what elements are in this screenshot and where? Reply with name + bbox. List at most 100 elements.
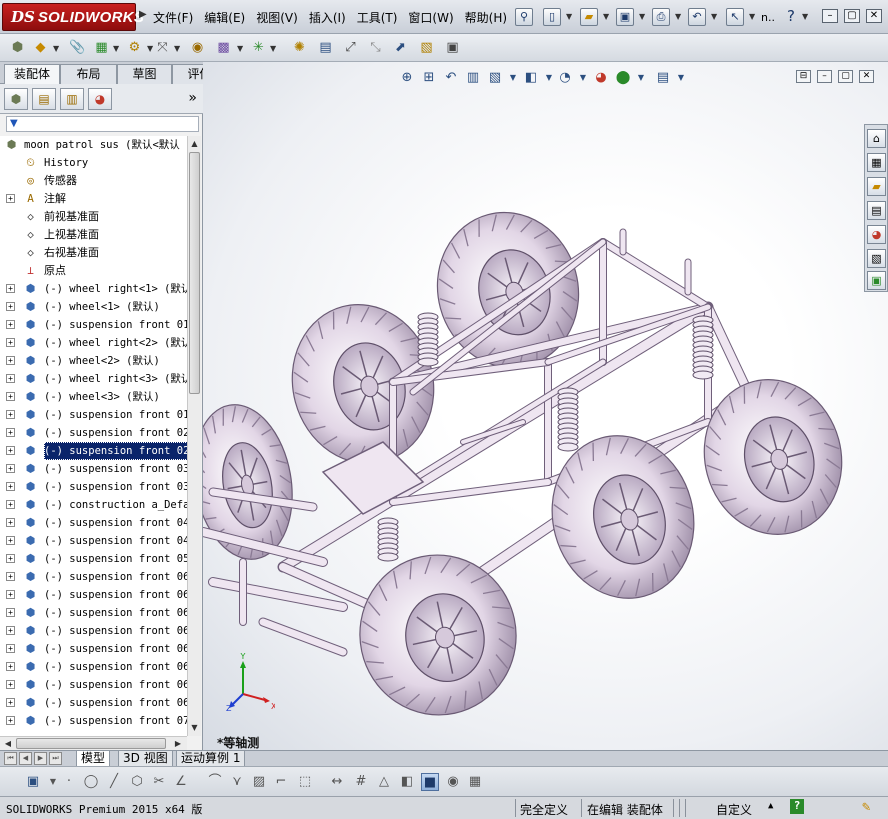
new-part-icon[interactable]: ◆ (31, 38, 50, 57)
tree-item[interactable]: + ⬢ (-) suspension front 06< (0, 658, 187, 676)
tree-item[interactable]: + ⬢ (-) wheel right<3> (默认 (0, 370, 187, 388)
expand-plus-icon[interactable]: + (6, 464, 15, 473)
appearances-icon[interactable]: ◕ (867, 225, 886, 244)
close-icon[interactable]: ✕ (866, 9, 882, 23)
apply-scene-icon[interactable]: ⬤ (614, 69, 632, 87)
tree-item[interactable]: + ⬢ (-) suspension front 02< (0, 442, 187, 460)
feature-manager-tab-icon[interactable]: ⬢ (4, 88, 28, 110)
reference-geometry-icon[interactable]: ✳ (249, 38, 268, 57)
tab-sketch[interactable]: 草图 (117, 64, 172, 84)
tree-item[interactable]: + ⬢ (-) suspension front 06< (0, 586, 187, 604)
scene-dropdown-icon[interactable]: ▼ (632, 69, 650, 87)
expand-plus-icon[interactable]: + (6, 356, 15, 365)
menu-insert[interactable]: 插入(I) (306, 9, 354, 26)
take-snapshot-icon[interactable]: ▣ (443, 38, 462, 57)
hatch-icon[interactable]: ▨ (250, 773, 268, 791)
expand-plus-icon[interactable]: + (6, 698, 15, 707)
expand-plus-icon[interactable]: + (6, 194, 15, 203)
undo-dropdown-icon[interactable]: ▼ (711, 12, 717, 21)
tree-item[interactable]: + ⬢ (-) suspension front 01b (0, 406, 187, 424)
property-manager-tab-icon[interactable]: ▤ (32, 88, 56, 110)
viewport-restore-icon[interactable]: ▢ (838, 70, 853, 83)
expand-plus-icon[interactable]: + (6, 662, 15, 671)
status-pencil-icon[interactable]: ✎ (862, 799, 870, 815)
view-palette-icon[interactable]: ▤ (867, 201, 886, 220)
relation-icon[interactable]: ⋎ (228, 773, 246, 791)
tree-vscroll-thumb[interactable] (189, 152, 200, 394)
graphics-area[interactable]: ⊕ ⊞ ↶ ▥ ▧ ▼ ◧ ▼ ◔ ▼ ◕ ⬤ ▼ ▤ ▼ ⊟ – ▢ ✕ ⌂ … (203, 62, 888, 750)
instant3d-icon[interactable]: ⬈ (391, 38, 410, 57)
restore-icon[interactable]: ▢ (844, 9, 860, 23)
display-manager-tab-icon[interactable]: ◕ (88, 88, 112, 110)
tab-motion-study[interactable]: 运动算例 1 (176, 751, 246, 767)
save-icon[interactable]: ▣ (616, 8, 634, 26)
save-dropdown-icon[interactable]: ▼ (639, 12, 645, 21)
tree-item[interactable]: ◇ 右视基准面 (0, 244, 187, 262)
split-view-icon[interactable]: ⊟ (796, 70, 811, 83)
solidworks-forum-icon[interactable]: ▣ (867, 271, 886, 290)
tab-next-icon[interactable]: ▶ (34, 752, 47, 765)
trim-icon[interactable]: ✂ (150, 773, 168, 791)
expand-plus-icon[interactable]: + (6, 626, 15, 635)
sketch-arc-icon[interactable]: ⌒ (206, 773, 224, 791)
custom-properties-icon[interactable]: ▧ (867, 249, 886, 268)
shaded-display-icon[interactable]: ■ (421, 773, 439, 791)
tab-assembly[interactable]: 装配体 (4, 64, 60, 85)
help-question-icon[interactable]: ? (782, 8, 800, 26)
print-icon[interactable]: ⎙ (652, 8, 670, 26)
expand-plus-icon[interactable]: + (6, 338, 15, 347)
insert-dropdown-icon[interactable]: ▼ (53, 44, 59, 53)
tree-item[interactable]: + ⬢ (-) suspension front 03< (0, 478, 187, 496)
tree-filter-bar[interactable]: ▼ (6, 116, 199, 132)
tab-prev-icon[interactable]: ◀ (19, 752, 32, 765)
viewport-close-icon[interactable]: ✕ (859, 70, 874, 83)
scroll-left-icon[interactable]: ◀ (2, 738, 14, 749)
show-hidden-icon[interactable]: ◉ (188, 38, 207, 57)
insert-component-icon[interactable]: ⬢ (8, 38, 27, 57)
new-motion-study-icon[interactable]: ✺ (290, 38, 309, 57)
select-dropdown-icon[interactable]: ▼ (749, 12, 755, 21)
camera-icon[interactable]: ◉ (444, 773, 462, 791)
update-speedpak-icon[interactable]: ▧ (417, 38, 436, 57)
menu-file[interactable]: 文件(F) (150, 9, 201, 26)
bill-of-materials-icon[interactable]: ▤ (316, 38, 335, 57)
line-icon[interactable]: ╱ (105, 773, 123, 791)
settings-dropdown-icon[interactable]: ▼ (672, 69, 690, 87)
tree-item[interactable]: + ⬢ (-) wheel<3> (默认) (0, 388, 187, 406)
tree-item[interactable]: + ⬢ (-) wheel right<2> (默认 (0, 334, 187, 352)
tab-layout[interactable]: 布局 (60, 64, 117, 84)
expand-plus-icon[interactable]: + (6, 536, 15, 545)
zoom-to-fit-icon[interactable]: ⊕ (398, 69, 416, 87)
explode-line-sketch-icon[interactable]: ⤡ (366, 38, 385, 57)
tree-item[interactable]: + ⬢ (-) wheel right<1> (默认 (0, 280, 187, 298)
tree-item[interactable]: + ⬢ (-) wheel<1> (默认) (0, 298, 187, 316)
expand-plus-icon[interactable]: + (6, 716, 15, 725)
tab-model[interactable]: 模型 (76, 751, 111, 767)
file-explorer-icon[interactable]: ▰ (867, 177, 886, 196)
menu-view[interactable]: 视图(V) (253, 9, 306, 26)
menu-window[interactable]: 窗口(W) (405, 9, 461, 26)
expand-plus-icon[interactable]: + (6, 284, 15, 293)
undo-icon[interactable]: ↶ (688, 8, 706, 26)
open-folder-icon[interactable]: ▰ (580, 8, 598, 26)
expand-plus-icon[interactable]: + (6, 302, 15, 311)
tree-item[interactable]: + ⬢ (-) suspension front 03< (0, 460, 187, 478)
expand-plus-icon[interactable]: + (6, 374, 15, 383)
tab-last-icon[interactable]: ⏭ (49, 752, 62, 765)
corner-icon[interactable]: ⌐ (272, 773, 290, 791)
search-stub[interactable]: n.. (761, 11, 775, 24)
circle-icon[interactable]: ◯ (82, 773, 100, 791)
point-icon[interactable]: · (60, 773, 78, 791)
exploded-view-icon[interactable]: ⤢ (341, 38, 360, 57)
tree-item[interactable]: + A 注解 (0, 190, 187, 208)
dimension-icon[interactable]: ↔ (328, 773, 346, 791)
display-style-icon[interactable]: ◔ (556, 69, 574, 87)
tree-item[interactable]: + ⬢ (-) suspension front 06< (0, 640, 187, 658)
expand-plus-icon[interactable]: + (6, 572, 15, 581)
open-dropdown-icon[interactable]: ▼ (603, 12, 609, 21)
tree-item[interactable]: + ⬢ (-) suspension front 06< (0, 694, 187, 712)
expand-plus-icon[interactable]: + (6, 320, 15, 329)
display-dropdown-icon[interactable]: ▼ (574, 69, 592, 87)
zoom-to-area-icon[interactable]: ⊞ (420, 69, 438, 87)
tree-item[interactable]: + ⬢ (-) suspension front 07< (0, 712, 187, 730)
